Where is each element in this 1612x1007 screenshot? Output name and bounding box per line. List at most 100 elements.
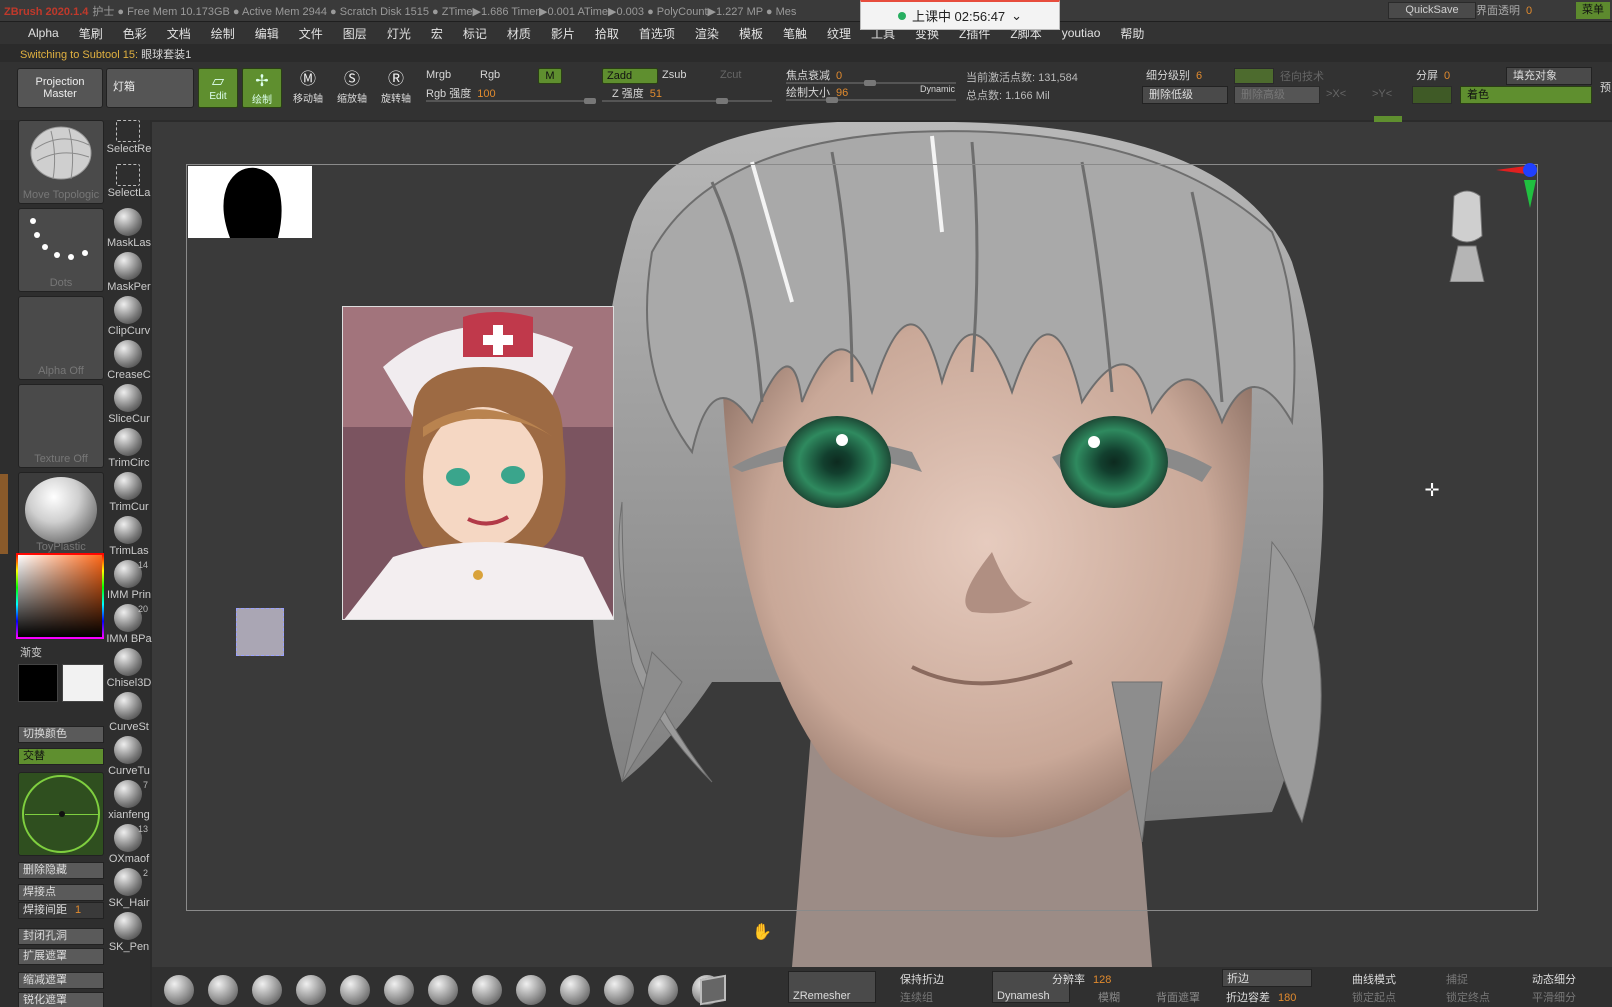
split-screen-slider[interactable]: 分屏 0 [1416,67,1450,83]
zadd-button[interactable]: Zadd [602,68,658,84]
gradient-label[interactable]: 渐变 [20,644,42,660]
scale-button[interactable]: Ⓢ 缩放轴 [334,70,370,106]
alternate-button[interactable]: 交替 [18,748,104,765]
document-thumbnail[interactable] [236,608,284,656]
delete-higher-button[interactable]: 删除高级 [1234,86,1320,104]
draw-size-slider[interactable]: 绘制大小 96 [786,84,848,100]
stroke-thumbnail[interactable]: Dots [18,208,104,292]
back-mask-toggle[interactable]: 背面遮罩 [1156,989,1200,1005]
menu-item[interactable]: youtiao [1052,26,1111,40]
menu-item[interactable]: 文档 [157,25,201,42]
focal-shift-slider[interactable]: 焦点衰减 0 [786,67,842,83]
brush-slot[interactable]: MaskLas [106,208,151,252]
live-session-badge[interactable]: 上课中 02:56:47 ⌄ [860,0,1060,30]
rotate-button[interactable]: Ⓡ 旋转轴 [378,70,414,106]
dynamic-toggle[interactable]: Dynamic [920,84,955,94]
menu-item[interactable]: Alpha [18,26,69,40]
preview-label[interactable]: 预 [1600,79,1611,95]
menu-item[interactable]: 图层 [333,25,377,42]
orientation-head-icon[interactable] [1444,186,1490,282]
brush-slot[interactable]: SelectLa [106,164,150,208]
smooth-subdiv-toggle[interactable]: 平滑细分 [1532,989,1576,1005]
brush-slot[interactable]: CurveSt [106,692,150,736]
brush-ball-icon[interactable] [164,975,194,1005]
grow-mask-button[interactable]: 扩展遮罩 [18,948,104,965]
z-intensity-track[interactable] [602,98,772,104]
brush-slot[interactable]: SelectRe [106,120,151,164]
rgb-button[interactable]: Rgb [480,69,500,81]
ui-transparency-slider[interactable]: 界面透明 0 [1476,2,1576,19]
menu-item[interactable]: 材质 [497,25,541,42]
x-axis-toggle[interactable]: >X< [1326,88,1346,100]
brush-slot[interactable]: SK_Hair 2 [106,868,150,912]
brush-ball-icon[interactable] [648,975,678,1005]
menu-item[interactable]: 色彩 [113,25,157,42]
draw-button[interactable]: ✢ 绘制 [242,68,282,108]
delete-lower-button[interactable]: 删除低级 [1142,86,1228,104]
brush-ball-icon[interactable] [384,975,414,1005]
resolution-slider[interactable]: 分辨率 128 [1052,971,1111,987]
color-picker[interactable] [16,553,104,639]
brush-slot[interactable]: CurveTu [106,736,150,780]
lightbox-button[interactable]: 灯箱 [106,68,194,108]
brush-ball-icon[interactable] [208,975,238,1005]
menu-item[interactable]: 渲染 [685,25,729,42]
panel-resize-handle[interactable] [0,474,8,554]
brush-ball-icon[interactable] [516,975,546,1005]
blur-slider[interactable]: 模糊 [1098,989,1120,1005]
menu-item[interactable]: 绘制 [201,25,245,42]
menu-item[interactable]: 笔触 [773,25,817,42]
brush-slot[interactable]: ClipCurv [106,296,150,340]
y-axis-toggle[interactable]: >Y< [1372,88,1392,100]
menu-item[interactable]: 标记 [453,25,497,42]
menu-toggle-button[interactable]: 菜单 [1576,2,1610,19]
menu-item[interactable]: 文件 [289,25,333,42]
menu-item[interactable]: 首选项 [629,25,685,42]
3d-viewport[interactable]: ✛ ✋ [152,122,1612,967]
curve-mode-toggle[interactable]: 曲线模式 [1352,971,1396,987]
keep-creases-toggle[interactable]: 保持折边 [900,971,944,987]
brush-slot[interactable]: TrimLas [106,516,150,560]
projection-master-button[interactable]: Projection Master [17,68,103,108]
shrink-mask-button[interactable]: 缩减遮罩 [18,972,104,989]
crease-button[interactable]: 折边 [1222,969,1312,987]
brush-ball-icon[interactable] [340,975,370,1005]
rgb-intensity-slider[interactable]: Rgb 强度 100 [426,85,496,101]
m-button[interactable]: M [538,68,562,84]
brush-thumbnail[interactable]: Move Topologic [18,120,104,204]
cube-icon[interactable] [700,974,726,1006]
menu-item[interactable]: 编辑 [245,25,289,42]
brush-slot[interactable]: xianfeng 7 [106,780,150,824]
brush-ball-icon[interactable] [428,975,458,1005]
reference-image[interactable] [342,306,614,620]
zsub-button[interactable]: Zsub [662,69,686,81]
dynamic-subdiv-toggle[interactable]: 动态细分 [1532,971,1576,987]
quicksave-button[interactable]: QuickSave [1388,2,1476,19]
rgb-intensity-track[interactable] [426,98,596,104]
texture-thumbnail[interactable]: Texture Off [18,384,104,468]
menu-item[interactable]: 拾取 [585,25,629,42]
lock-end-toggle[interactable]: 锁定终点 [1446,989,1490,1005]
move-button[interactable]: Ⓜ 移动轴 [290,70,326,106]
capture-toggle[interactable]: 捕捉 [1446,971,1468,987]
mrgb-button[interactable]: Mrgb [426,69,451,81]
split-toggle[interactable] [1412,86,1452,104]
zcut-button[interactable]: Zcut [720,69,741,81]
subdiv-toggle[interactable] [1234,68,1274,84]
brush-slot[interactable]: CreaseC [106,340,151,384]
axis-gizmo-icon[interactable] [1482,160,1542,220]
sharpen-mask-button[interactable]: 锐化遮罩 [18,992,104,1007]
brush-ball-icon[interactable] [252,975,282,1005]
lock-start-toggle[interactable]: 锁定起点 [1352,989,1396,1005]
brush-slot[interactable]: IMM Prin 14 [106,560,151,604]
weld-distance-slider[interactable]: 焊接间距 1 [18,902,104,919]
brush-slot[interactable]: TrimCirc [106,428,150,472]
menu-item[interactable]: 帮助 [1110,25,1154,42]
z-intensity-slider[interactable]: Z 强度 51 [612,85,662,101]
menu-item[interactable]: 纹理 [817,25,861,42]
fill-object-button[interactable]: 填充对象 [1506,67,1592,85]
close-holes-button[interactable]: 封闭孔洞 [18,928,104,945]
color-button[interactable]: 着色 [1460,86,1592,104]
zremesher-button[interactable]: ZRemesher [788,971,876,1003]
menu-item[interactable]: 笔刷 [69,25,113,42]
